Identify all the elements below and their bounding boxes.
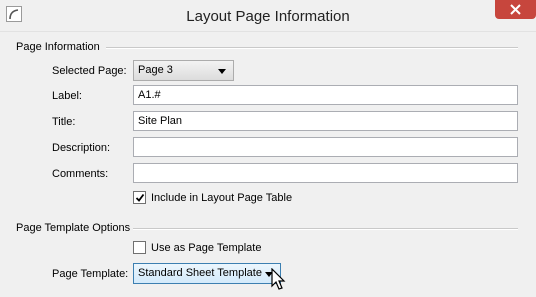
comments-label: Comments:: [52, 168, 109, 180]
page-template-options-group-label: Page Template Options: [16, 222, 131, 234]
include-in-table-checkbox[interactable]: [133, 191, 146, 204]
selected-page-value: Page 3: [138, 64, 173, 76]
chevron-down-icon: [218, 69, 226, 74]
group-divider: [106, 47, 518, 49]
use-as-template-label[interactable]: Use as Page Template: [151, 242, 261, 254]
selected-page-dropdown[interactable]: Page 3: [133, 60, 234, 81]
title-field[interactable]: Site Plan: [133, 111, 518, 131]
comments-field[interactable]: [133, 163, 518, 183]
include-in-table-label[interactable]: Include in Layout Page Table: [151, 192, 292, 204]
label-label: Label:: [52, 90, 82, 102]
page-template-dropdown[interactable]: Standard Sheet Template: [133, 263, 281, 284]
page-information-group-label: Page Information: [16, 41, 100, 53]
description-label: Description:: [52, 142, 111, 154]
checkmark-icon: [135, 193, 145, 202]
group-divider: [133, 228, 518, 230]
mouse-cursor-icon: [271, 268, 286, 290]
page-template-value: Standard Sheet Template: [138, 267, 262, 279]
selected-page-label: Selected Page:: [52, 65, 127, 77]
close-icon: [510, 4, 521, 15]
label-field[interactable]: A1.#: [133, 85, 518, 105]
window-title: Layout Page Information: [186, 8, 350, 25]
title-label: Title:: [52, 116, 76, 128]
description-field[interactable]: [133, 137, 518, 157]
page-template-label: Page Template:: [52, 268, 129, 280]
use-as-template-checkbox[interactable]: [133, 241, 146, 254]
title-bar: Layout Page Information: [0, 0, 536, 32]
close-button[interactable]: [495, 0, 536, 19]
